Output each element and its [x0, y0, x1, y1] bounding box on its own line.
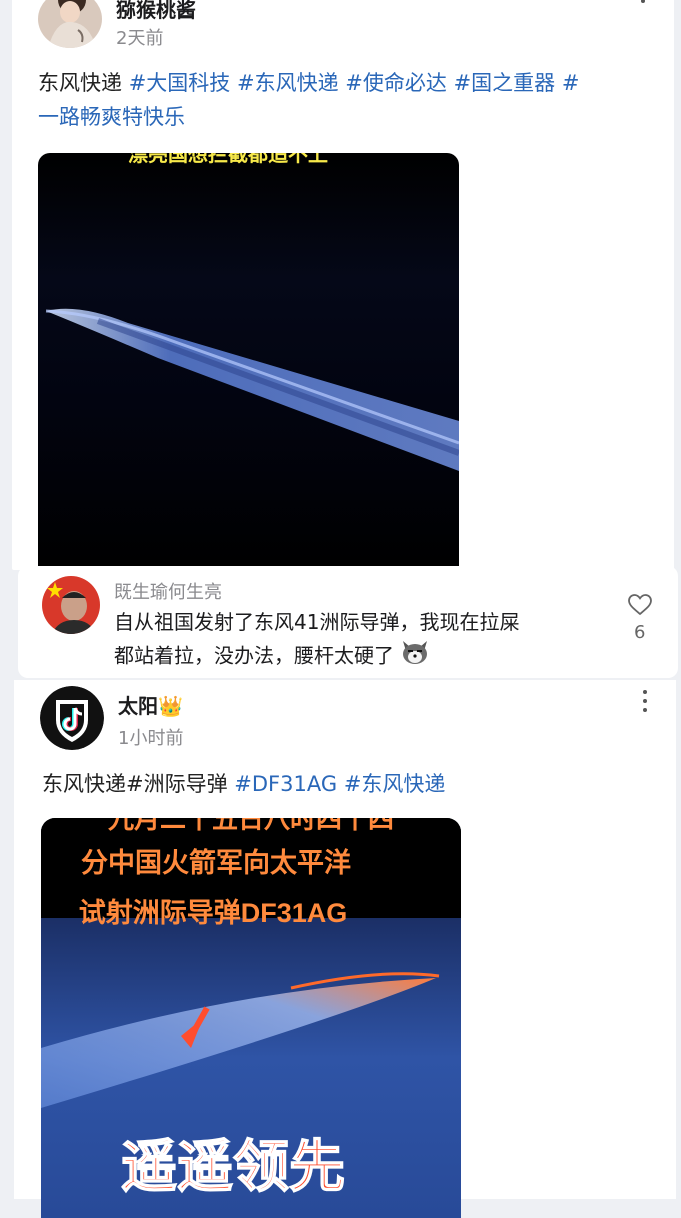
avatar[interactable] [40, 686, 104, 750]
hashtag[interactable]: #DF31AG [234, 772, 337, 796]
hashtag[interactable]: #东风快递 [344, 772, 446, 796]
post-card-2: 太阳👑 1小时前 东风快递#洲际导弹 #DF31AG #东风快递 九月二十五日八… [14, 680, 676, 1218]
hashtag[interactable]: #国之重器 [454, 71, 556, 95]
post-text: 东风快递 #大国科技 #东风快递 #使命必达 #国之重器 # 一路畅爽特快乐 [38, 66, 658, 134]
post-text-plain: 东风快递 [38, 71, 122, 95]
post-time: 1小时前 [118, 728, 184, 749]
post-text: 东风快递#洲际导弹 #DF31AG #东风快递 [42, 767, 662, 801]
media-caption-big: 遥遥领先 [121, 1135, 345, 1198]
more-options-icon[interactable] [640, 0, 646, 16]
hashtag[interactable]: 一路畅爽特快乐 [38, 105, 185, 129]
commenter-name[interactable]: 既生瑜何生亮 [114, 578, 222, 604]
hashtag[interactable]: # [562, 71, 580, 95]
username[interactable]: 猕猴桃酱 [116, 0, 196, 23]
media-caption-line-2: 分中国火箭军向太平洋 [81, 847, 351, 878]
post-time: 2天前 [116, 28, 164, 49]
media-caption-top: 九月二十五日八时四十四 [107, 818, 394, 834]
husky-emoji-icon [400, 639, 430, 675]
avatar[interactable] [38, 0, 102, 48]
comment-text: 自从祖国发射了东风41洲际导弹，我现在拉屎 都站着拉，没办法，腰杆太硬了 [114, 606, 604, 675]
like-count: 6 [634, 622, 646, 643]
hashtag[interactable]: #大国科技 [129, 71, 231, 95]
more-options-icon[interactable] [642, 690, 648, 716]
post-text-plain: 东风快递#洲际导弹 [42, 772, 235, 796]
media-caption: 漂亮国想拦截都追不上 [128, 153, 328, 166]
post-card-1: 猕猴桃酱 2天前 东风快递 #大国科技 #东风快递 #使命必达 #国之重器 # … [12, 0, 674, 570]
username-text: 太阳 [118, 694, 158, 718]
post-video-thumbnail[interactable]: 漂亮国想拦截都追不上 [38, 153, 459, 570]
top-comment: 既生瑜何生亮 自从祖国发射了东风41洲际导弹，我现在拉屎 都站着拉，没办法，腰杆… [18, 566, 678, 678]
media-caption-line-3: 试射洲际导弹DF31AG [79, 898, 348, 928]
post-video-thumbnail[interactable]: 九月二十五日八时四十四 分中国火箭军向太平洋 试射洲际导弹DF31AG 遥遥领先 [41, 818, 461, 1218]
hashtag[interactable]: #东风快递 [237, 71, 339, 95]
comment-line-2: 都站着拉，没办法，腰杆太硬了 [114, 643, 394, 668]
crown-icon: 👑 [158, 694, 183, 718]
like-heart-icon[interactable] [628, 594, 652, 620]
username[interactable]: 太阳👑 [118, 690, 183, 719]
hashtag[interactable]: #使命必达 [345, 71, 447, 95]
comment-line-1: 自从祖国发射了东风41洲际导弹，我现在拉屎 [114, 610, 520, 634]
commenter-avatar[interactable] [42, 576, 100, 634]
